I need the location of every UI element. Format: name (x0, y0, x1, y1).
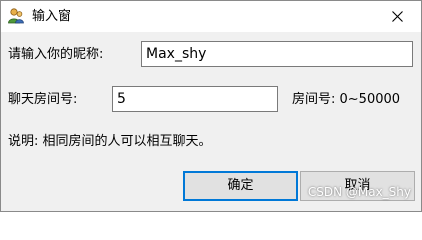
title-bar[interactable]: 输入窗 (1, 1, 421, 32)
close-button[interactable] (375, 1, 421, 32)
user-icon (7, 7, 25, 25)
input-dialog: 输入窗 请输入你的昵称: 聊天房间号: 房间号: 0~50000 说明: 相同房… (0, 0, 422, 212)
ok-button[interactable]: 确定 (183, 171, 298, 201)
nickname-label: 请输入你的昵称: (8, 47, 104, 62)
window-title: 输入窗 (32, 9, 72, 24)
room-number-label: 聊天房间号: (8, 92, 78, 107)
nickname-input[interactable] (141, 41, 413, 67)
description-text: 说明: 相同房间的人可以相互聊天。 (8, 134, 212, 149)
watermark-text: CSDN @Max_Shy (307, 185, 411, 199)
room-number-input[interactable] (112, 86, 278, 112)
room-range-hint: 房间号: 0~50000 (292, 92, 401, 107)
close-icon (392, 11, 403, 22)
